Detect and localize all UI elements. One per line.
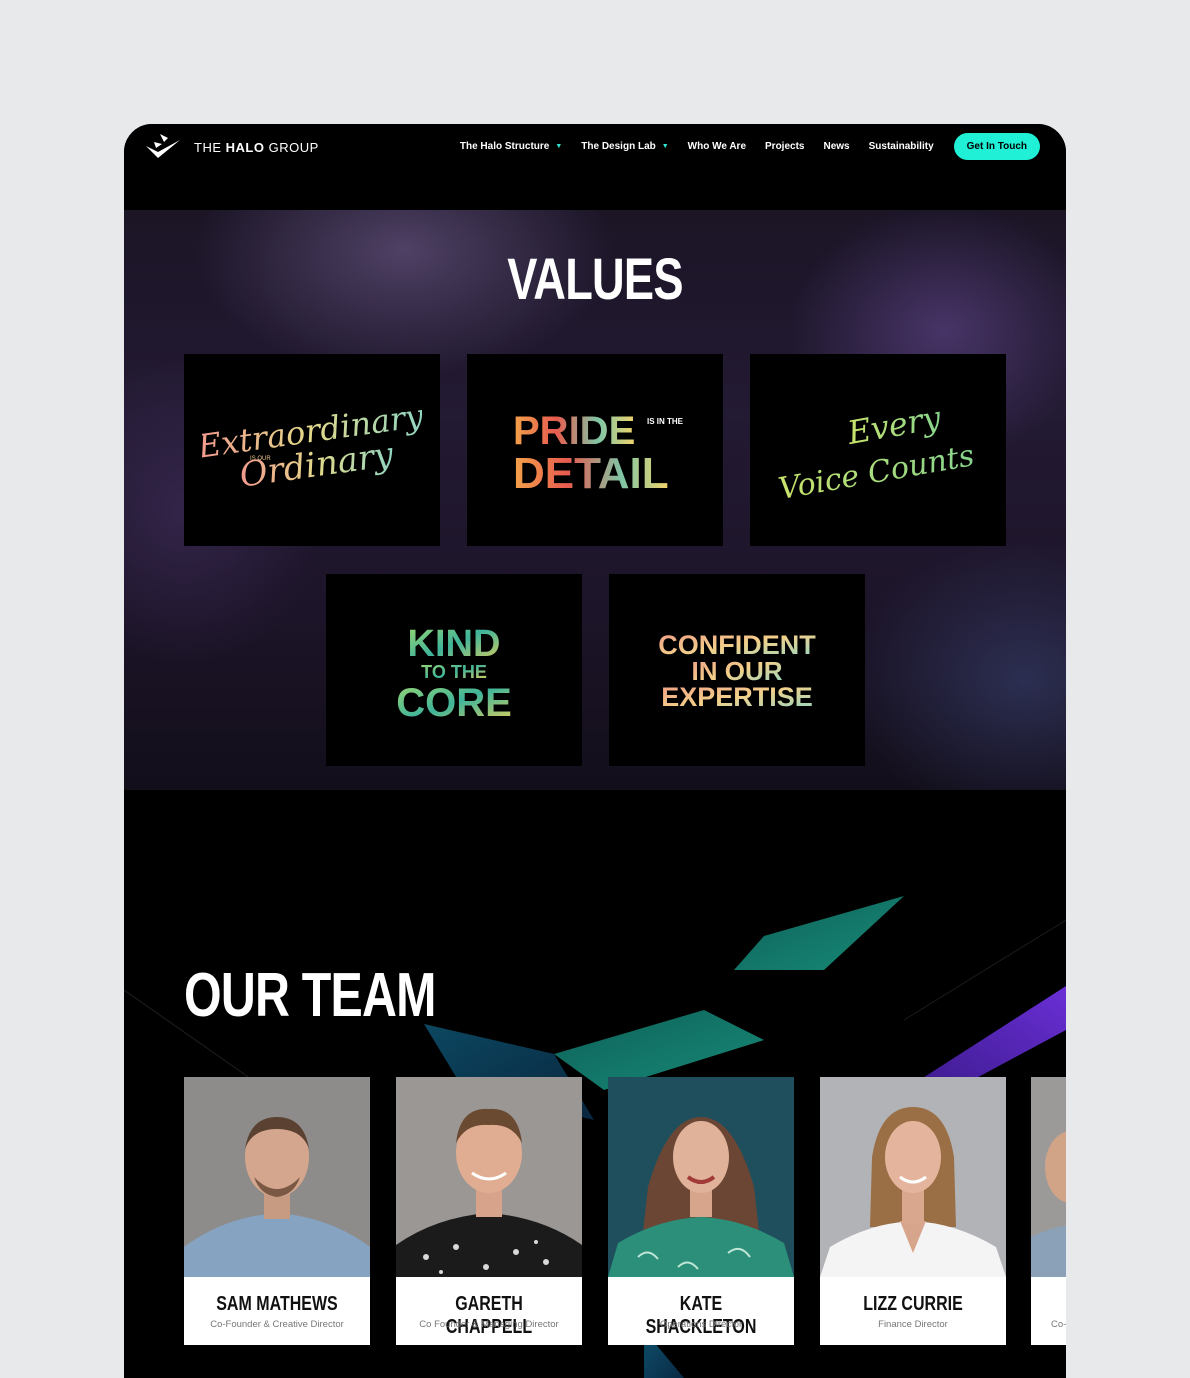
values-title: VALUES [507,247,683,312]
member-role: Co- [1051,1319,1066,1330]
team-member-card[interactable]: Co- [1031,1077,1066,1345]
member-name: KATE SHACKLETON [645,1293,757,1338]
value-card-every-voice: Every Voice Counts [750,354,1006,546]
main-nav: The Halo Structure ▼ The Design Lab ▼ Who … [441,133,1040,160]
value-card-kind: KIND TO THE CORE [326,574,582,766]
value-card-pride: PRIDE IS IN THE DETAIL [467,354,723,546]
svg-text:TO THE: TO THE [421,662,487,682]
nav-who-we-are[interactable]: Who We Are [688,141,746,152]
value-artwork: CONFIDENT IN OUR EXPERTISE [658,630,816,712]
svg-text:EXPERTISE: EXPERTISE [661,682,813,712]
member-name: SAM MATHEWS [216,1293,338,1315]
team-member-card[interactable]: LIZZ CURRIE Finance Director [820,1077,1006,1345]
nav-design-lab[interactable]: The Design Lab ▼ [581,141,668,152]
caret-down-icon: ▼ [555,143,563,150]
member-role: Co-Founder & Creative Director [210,1319,344,1330]
member-name: GARETH CHAPPELL [445,1293,533,1338]
logo-text: THE HALO GROUP [194,139,319,155]
value-artwork: PRIDE IS IN THE DETAIL [513,409,684,498]
nav-halo-structure[interactable]: The Halo Structure ▼ [460,141,562,152]
svg-text:IS IN THE: IS IN THE [647,417,684,426]
member-photo [184,1077,370,1277]
member-photo [1031,1077,1066,1277]
svg-text:Every: Every [844,398,945,452]
value-card-confident: CONFIDENT IN OUR EXPERTISE [609,574,865,766]
caret-down-icon: ▼ [661,143,669,150]
member-role: Finance Director [878,1319,948,1330]
svg-text:KIND: KIND [408,623,501,665]
nav-news[interactable]: News [823,141,849,152]
nav-sustainability[interactable]: Sustainability [869,141,934,152]
nav-projects[interactable]: Projects [765,141,804,152]
member-name: LIZZ CURRIE [863,1293,963,1315]
team-member-card[interactable]: GARETH CHAPPELL Co Founder & Managing Di… [396,1077,582,1345]
member-photo [820,1077,1006,1277]
value-card-extraordinary: Extraordinary IS OUR Ordinary [184,354,440,546]
values-section: VALUES Extraordinary IS OUR Ordinary PRI… [124,210,1066,790]
member-role: Co Founder & Managing Director [419,1319,559,1330]
member-role: Operations Director [659,1319,743,1330]
team-member-card[interactable]: KATE SHACKLETON Operations Director [608,1077,794,1345]
get-in-touch-button[interactable]: Get In Touch [953,133,1040,160]
team-title: OUR TEAM [184,961,436,1030]
svg-text:Voice Counts: Voice Counts [776,438,977,507]
svg-text:PRIDE: PRIDE [513,409,635,453]
team-section: OUR TEAM SAM MATHEWS Co-Founder & Creati… [124,790,1066,1378]
value-artwork: Every Voice Counts [776,398,977,507]
logo[interactable]: THE HALO GROUP [144,132,319,162]
site-header: THE HALO GROUP The Halo Structure ▼ The D… [124,124,1066,210]
value-artwork: Extraordinary IS OUR Ordinary [202,396,422,495]
site-frame: THE HALO GROUP The Halo Structure ▼ The D… [124,124,1066,1378]
svg-text:CORE: CORE [396,681,512,725]
halo-logo-icon [146,134,180,158]
team-member-card[interactable]: SAM MATHEWS Co-Founder & Creative Direct… [184,1077,370,1345]
member-photo [396,1077,582,1277]
value-artwork: KIND TO THE CORE [396,623,512,725]
svg-text:DETAIL: DETAIL [513,449,669,498]
member-photo [608,1077,794,1277]
